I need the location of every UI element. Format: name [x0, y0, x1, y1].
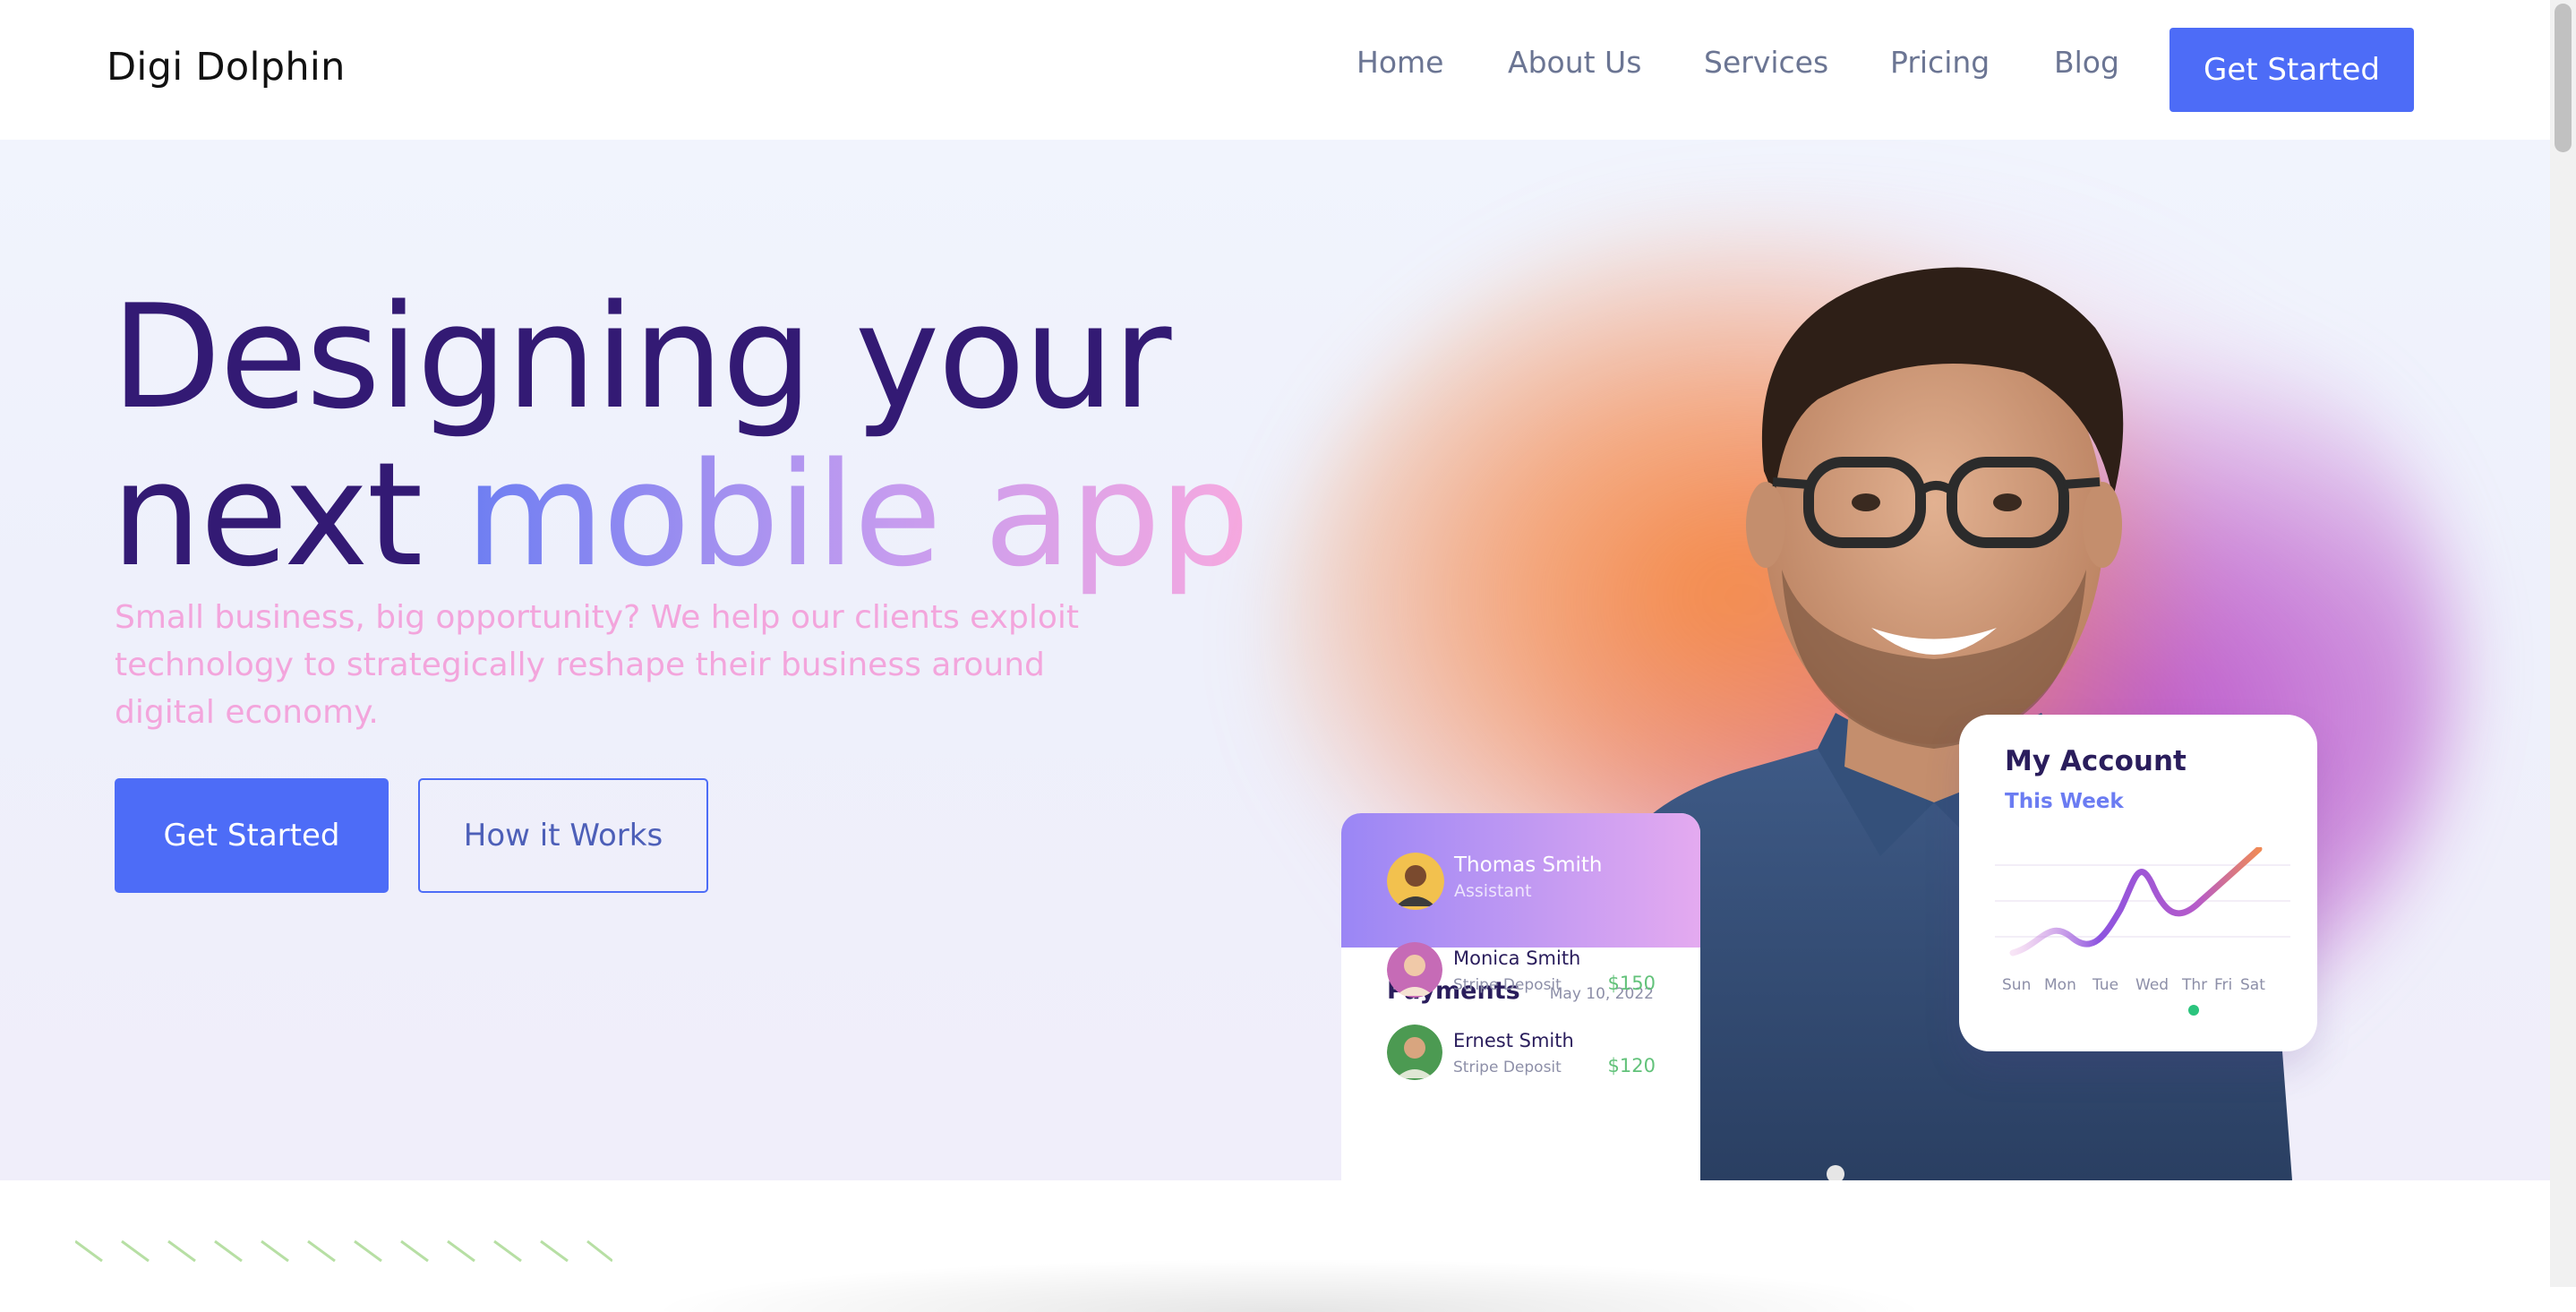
- nav-link-about-us[interactable]: About Us: [1508, 45, 1641, 80]
- payments-card: Thomas Smith Assistant Payments May 10, …: [1341, 813, 1700, 1180]
- weekday-labels: Sun Mon Tue Wed Thr Fri Sat: [2002, 976, 2271, 998]
- site-logo[interactable]: Digi Dolphin: [107, 45, 346, 90]
- page-scrollbar-track[interactable]: [2550, 0, 2576, 1287]
- payment-name: Monica Smith: [1453, 948, 1581, 969]
- active-day-indicator: [2188, 1005, 2199, 1016]
- monica-smith-avatar: [1387, 942, 1442, 998]
- day-label: Sat: [2240, 976, 2265, 994]
- hero-get-started-button[interactable]: Get Started: [115, 778, 389, 893]
- my-account-card: My Account This Week Sun Mon Tue Wed Thr: [1959, 715, 2317, 1051]
- payment-row: Monica Smith Stripe Deposit $150: [1387, 942, 1656, 1003]
- hero-headline: Designing your next mobile app: [111, 279, 1250, 594]
- decorative-stripes: [75, 1239, 612, 1263]
- payments-user-role: Assistant: [1454, 881, 1532, 901]
- day-label: Mon: [2044, 976, 2076, 994]
- thomas-smith-avatar: [1387, 853, 1444, 910]
- day-label: Tue: [2092, 976, 2119, 994]
- day-label: Sun: [2002, 976, 2032, 994]
- nav-link-pricing[interactable]: Pricing: [1890, 45, 1990, 80]
- account-subtitle: This Week: [2005, 790, 2124, 813]
- payment-source: Stripe Deposit: [1453, 976, 1562, 994]
- payment-amount: $150: [1607, 973, 1656, 994]
- page-scrollbar-thumb[interactable]: [2555, 4, 2572, 152]
- headline-line-2-plain: next: [111, 431, 423, 598]
- hero-section: Designing your next mobile app Small bus…: [0, 140, 2550, 1180]
- header-get-started-button[interactable]: Get Started: [2169, 28, 2414, 112]
- weekly-activity-chart: [1995, 847, 2290, 956]
- how-it-works-button[interactable]: How it Works: [418, 778, 708, 893]
- payments-user-name: Thomas Smith: [1454, 853, 1603, 877]
- payment-row: Ernest Smith Stripe Deposit $120: [1387, 1025, 1656, 1085]
- payments-card-header: Thomas Smith Assistant: [1341, 813, 1700, 948]
- nav-link-home[interactable]: Home: [1356, 45, 1443, 80]
- hero-subtitle: Small business, big opportunity? We help…: [115, 599, 1079, 731]
- nav-link-blog[interactable]: Blog: [2054, 45, 2119, 80]
- next-section-card-shadow: [645, 1258, 1934, 1312]
- payment-source: Stripe Deposit: [1453, 1059, 1562, 1076]
- account-title: My Account: [2005, 745, 2187, 777]
- day-label: Thr: [2182, 976, 2208, 994]
- site-header: Digi Dolphin Home About Us Services Pric…: [0, 0, 2550, 140]
- payment-amount: $120: [1607, 1055, 1656, 1076]
- payment-name: Ernest Smith: [1453, 1030, 1574, 1051]
- day-label: Wed: [2135, 976, 2169, 994]
- headline-accent: mobile app: [465, 431, 1250, 598]
- ernest-smith-avatar: [1387, 1025, 1442, 1080]
- day-label: Fri: [2214, 976, 2233, 994]
- nav-link-services[interactable]: Services: [1704, 45, 1828, 80]
- headline-line-1: Designing your: [111, 273, 1171, 441]
